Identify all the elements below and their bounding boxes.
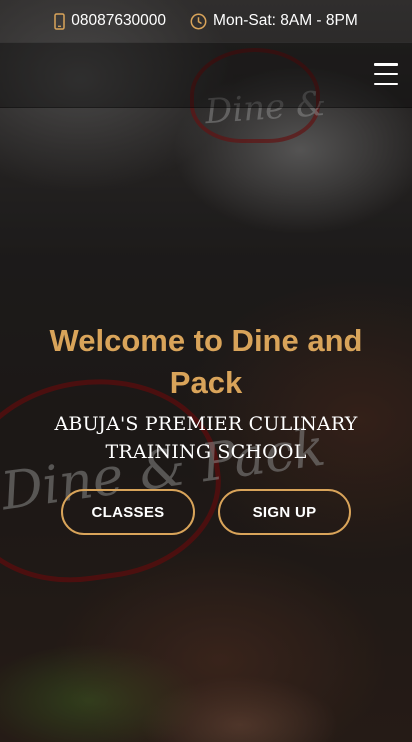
hamburger-menu-icon[interactable] bbox=[374, 63, 398, 85]
opening-hours: Mon-Sat: 8AM - 8PM bbox=[190, 12, 358, 30]
hero-buttons: CLASSES SIGN UP bbox=[0, 489, 412, 535]
sign-up-button[interactable]: SIGN UP bbox=[218, 489, 351, 535]
menu-line bbox=[374, 72, 398, 76]
menu-line bbox=[374, 82, 398, 85]
navigation-bar bbox=[0, 42, 412, 108]
hero-subtitle: ABUJA'S PREMIER CULINARY TRAINING SCHOOL bbox=[54, 413, 358, 463]
clock-icon bbox=[190, 13, 207, 30]
phone-contact[interactable]: 08087630000 bbox=[54, 12, 166, 30]
top-info-bar: 08087630000 Mon-Sat: 8AM - 8PM bbox=[0, 0, 412, 42]
hero-title: Welcome to Dine and Pack bbox=[49, 323, 363, 400]
menu-line bbox=[374, 63, 398, 66]
phone-icon bbox=[54, 12, 65, 30]
hours-text: Mon-Sat: 8AM - 8PM bbox=[213, 12, 358, 29]
classes-button[interactable]: CLASSES bbox=[61, 489, 195, 535]
phone-number: 08087630000 bbox=[71, 12, 167, 29]
hero-section: Welcome to Dine and Pack ABUJA'S PREMIER… bbox=[0, 320, 412, 466]
